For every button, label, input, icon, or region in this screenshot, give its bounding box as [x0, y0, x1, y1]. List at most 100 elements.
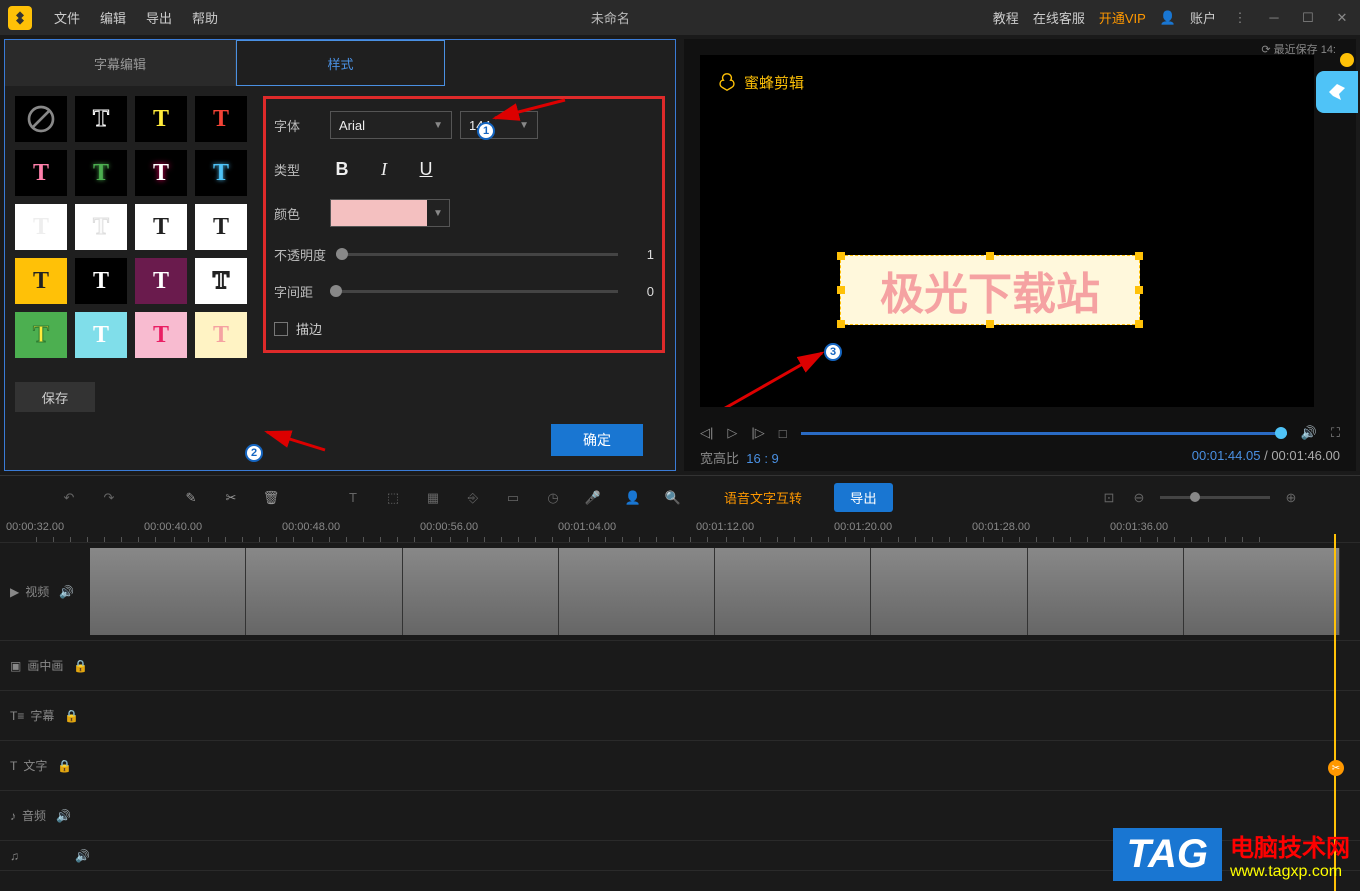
track-video: ▶ 视频 🔊 — [0, 543, 1360, 641]
more-icon[interactable]: ⋮ — [1230, 8, 1250, 28]
text-tool-icon[interactable]: T — [344, 489, 362, 507]
preset-17[interactable]: T — [75, 312, 127, 358]
freeze-icon[interactable]: ▭ — [504, 489, 522, 507]
zoom-tool-icon[interactable]: 🔍 — [664, 489, 682, 507]
lock-icon[interactable]: 🔒 — [57, 759, 72, 773]
preset-19[interactable]: T — [195, 312, 247, 358]
ok-button[interactable]: 确定 — [551, 424, 643, 456]
mute-icon[interactable]: 🔊 — [59, 585, 74, 599]
preset-12[interactable]: T — [15, 258, 67, 304]
volume-icon[interactable]: 🔊 — [1301, 425, 1317, 441]
menu-edit[interactable]: 编辑 — [90, 8, 136, 27]
preset-3[interactable]: T — [195, 96, 247, 142]
mic-icon[interactable]: 🎤 — [584, 489, 602, 507]
minimize-icon[interactable]: ─ — [1264, 8, 1284, 28]
account-link[interactable]: 账户 — [1190, 8, 1216, 27]
track-label: 视频 — [25, 583, 49, 600]
play-icon[interactable]: ▷ — [727, 425, 737, 441]
italic-button[interactable]: I — [372, 157, 396, 181]
video-track-icon: ▶ — [10, 585, 19, 599]
tab-subtitle-edit[interactable]: 字幕编辑 — [5, 40, 236, 86]
redo-icon[interactable]: ↷ — [100, 489, 118, 507]
preset-18[interactable]: T — [135, 312, 187, 358]
zoom-in-icon[interactable]: ⊕ — [1282, 489, 1300, 507]
fullscreen-icon[interactable]: ⛶ — [1331, 425, 1340, 441]
font-select[interactable]: Arial▼ — [330, 111, 452, 139]
zoom-slider[interactable] — [1160, 496, 1270, 499]
assistant-icon[interactable] — [1316, 71, 1358, 113]
tutorial-link[interactable]: 教程 — [993, 8, 1019, 27]
save-button[interactable]: 保存 — [15, 382, 95, 412]
bold-button[interactable]: B — [330, 157, 354, 181]
cut-marker-icon[interactable]: ✂ — [1328, 760, 1344, 776]
person-icon[interactable]: 👤 — [624, 489, 642, 507]
preset-11[interactable]: T — [195, 204, 247, 250]
preset-14[interactable]: T — [135, 258, 187, 304]
kerning-label: 字间距 — [274, 282, 330, 301]
cut-icon[interactable]: ✂ — [222, 489, 240, 507]
menu-export[interactable]: 导出 — [136, 8, 182, 27]
zoom-out-icon[interactable]: ⊖ — [1130, 489, 1148, 507]
size-select[interactable]: 144▼ — [460, 111, 538, 139]
preview-canvas[interactable]: 蜜蜂剪辑 极光下载站 3 — [700, 55, 1314, 407]
preset-13[interactable]: T — [75, 258, 127, 304]
menu-help[interactable]: 帮助 — [182, 8, 228, 27]
audio-to-text-button[interactable]: 语音文字互转 — [724, 488, 802, 507]
text-object-content: 极光下载站 — [880, 258, 1100, 322]
maximize-icon[interactable]: ☐ — [1298, 8, 1318, 28]
style-panel: 字幕编辑 样式 T T T T T T T T T T T T T T T — [4, 39, 676, 471]
user-icon[interactable]: 👤 — [1160, 10, 1176, 26]
tab-style[interactable]: 样式 — [236, 40, 445, 86]
timeline-ruler[interactable]: 00:00:32.0000:00:40.0000:00:48.0000:00:5… — [0, 519, 1360, 543]
lock-icon[interactable]: 🔒 — [64, 709, 79, 723]
preset-10[interactable]: T — [135, 204, 187, 250]
preset-7[interactable]: T — [195, 150, 247, 196]
opacity-slider[interactable]: 1 — [336, 247, 654, 262]
service-link[interactable]: 在线客服 — [1033, 8, 1085, 27]
text-object[interactable]: 极光下载站 — [840, 255, 1140, 325]
next-frame-icon[interactable]: |▷ — [751, 425, 764, 441]
preset-5[interactable]: T — [75, 150, 127, 196]
mosaic-icon[interactable]: ▦ — [424, 489, 442, 507]
stop-icon[interactable]: □ — [779, 426, 787, 441]
underline-button[interactable]: U — [414, 157, 438, 181]
close-watermark-icon[interactable] — [1340, 53, 1354, 67]
preset-16[interactable]: T — [15, 312, 67, 358]
progress-bar[interactable] — [801, 432, 1287, 435]
ruler-mark: 00:01:12.00 — [696, 521, 754, 533]
preset-none[interactable] — [15, 96, 67, 142]
pencil-icon[interactable]: ✎ — [182, 489, 200, 507]
split-icon[interactable]: ⎆ — [464, 489, 482, 507]
stroke-checkbox[interactable] — [274, 322, 288, 336]
mute-icon[interactable]: 🔊 — [56, 809, 71, 823]
lock-icon[interactable]: 🔒 — [73, 659, 88, 673]
export-button[interactable]: 导出 — [834, 483, 893, 512]
video-clip[interactable] — [90, 548, 1340, 635]
close-icon[interactable]: ✕ — [1332, 8, 1352, 28]
preset-6[interactable]: T — [135, 150, 187, 196]
track-label: 字幕 — [30, 707, 54, 724]
undo-icon[interactable]: ↶ — [60, 489, 78, 507]
annotation-badge-2: 2 — [245, 444, 263, 462]
prev-frame-icon[interactable]: ◁| — [700, 425, 713, 441]
color-picker[interactable]: ▼ — [330, 199, 450, 227]
speed-icon[interactable]: ◷ — [544, 489, 562, 507]
audio-track-icon: ♪ — [10, 809, 16, 823]
preset-4[interactable]: T — [15, 150, 67, 196]
preset-2[interactable]: T — [135, 96, 187, 142]
delete-icon[interactable]: 🗑 — [262, 489, 280, 507]
color-swatch — [331, 200, 427, 226]
preset-9[interactable]: T — [75, 204, 127, 250]
kerning-slider[interactable]: 0 — [330, 284, 654, 299]
stroke-label: 描边 — [296, 319, 322, 338]
fit-icon[interactable]: ⊡ — [1100, 489, 1118, 507]
crop-icon[interactable]: ⬚ — [384, 489, 402, 507]
font-label: 字体 — [274, 116, 330, 135]
menu-file[interactable]: 文件 — [44, 8, 90, 27]
preset-8[interactable]: T — [15, 204, 67, 250]
vip-link[interactable]: 开通VIP — [1099, 8, 1146, 27]
annotation-badge-3: 3 — [824, 343, 842, 361]
ruler-mark: 00:00:32.00 — [6, 521, 64, 533]
preset-15[interactable]: T — [195, 258, 247, 304]
preset-1[interactable]: T — [75, 96, 127, 142]
